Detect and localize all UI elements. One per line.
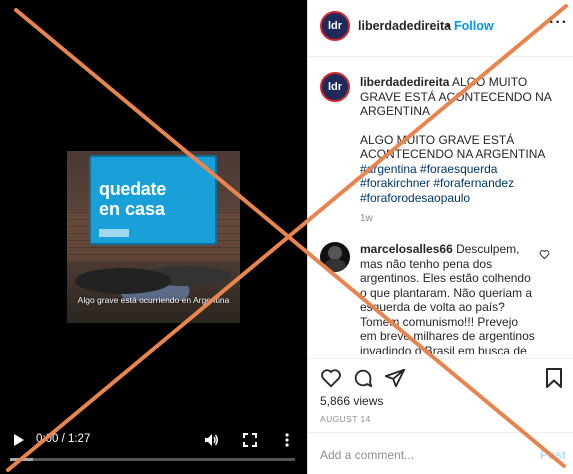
video-frame[interactable]: quedate en casa Algo grave está ocurrien… (67, 151, 240, 323)
caption-line2: ALGO MUITO GRAVE ESTÁ ACONTECENDO NA ARG… (360, 132, 546, 162)
composer-divider (308, 432, 573, 433)
caption-avatar[interactable]: ldr (320, 72, 350, 102)
avatar-head (328, 246, 342, 260)
fullscreen-icon[interactable] (242, 432, 258, 448)
comment-icon[interactable] (352, 367, 374, 389)
video-time: 0:00 / 1:27 (36, 433, 91, 445)
post-date: AUGUST 14 (320, 414, 371, 424)
video-player[interactable]: quedate en casa Algo grave está ocurrien… (0, 0, 307, 474)
actions-divider (308, 358, 573, 359)
more-options-icon[interactable]: ··· (549, 14, 568, 32)
sign-line1: quedate (99, 179, 166, 199)
sign-line2: en casa (99, 199, 166, 219)
author-username[interactable]: liberdadedireita (358, 19, 451, 33)
header-separator-dot: • (446, 19, 451, 33)
author-avatar[interactable]: ldr (320, 11, 350, 41)
caption-username[interactable]: liberdadedireita (360, 75, 449, 89)
comment-like-icon[interactable] (539, 249, 550, 260)
play-icon[interactable] (10, 432, 26, 448)
post-comment-button[interactable]: Post (540, 448, 566, 462)
follow-button[interactable]: Follow (454, 19, 494, 33)
share-icon[interactable] (384, 367, 406, 389)
people-figures (75, 251, 235, 301)
header-divider (308, 56, 573, 57)
view-count[interactable]: 5,866 views (320, 394, 383, 408)
avatar-text: ldr (327, 81, 343, 93)
action-bar (308, 360, 573, 394)
avatar-body (324, 259, 346, 272)
heart-icon[interactable] (320, 367, 342, 389)
comment-text: Desculpem, mas não tenho pena dos argent… (360, 242, 535, 354)
video-more-icon[interactable] (281, 432, 293, 448)
comment-username[interactable]: marcelosalles66 (360, 242, 453, 256)
video-progress-bar[interactable] (10, 458, 295, 461)
comment-input[interactable]: Add a comment... (320, 448, 414, 462)
bookmark-icon[interactable] (544, 367, 564, 389)
commenter-avatar[interactable] (320, 242, 350, 272)
post-caption: liberdadedireita ALGO MUITO GRAVE ESTÁ A… (360, 75, 565, 205)
video-controls: 0:00 / 1:27 (0, 428, 307, 474)
video-caption: Algo grave está ocurriendo en Argentina (77, 295, 230, 305)
sign-logo (99, 229, 129, 237)
avatar-text: ldr (327, 20, 343, 32)
quedate-sign: quedate en casa (89, 155, 217, 245)
caption-hashtags[interactable]: #argentina #foraesquerda #forakirchner #… (360, 162, 565, 206)
video-progress-buffered (10, 458, 33, 461)
volume-icon[interactable] (203, 432, 219, 448)
comment: marcelosalles66 Desculpem, mas não tenho… (360, 242, 535, 354)
post-timestamp[interactable]: 1w (360, 213, 373, 224)
post-panel: ldr liberdadedireita • Follow ··· ldr li… (307, 0, 573, 474)
